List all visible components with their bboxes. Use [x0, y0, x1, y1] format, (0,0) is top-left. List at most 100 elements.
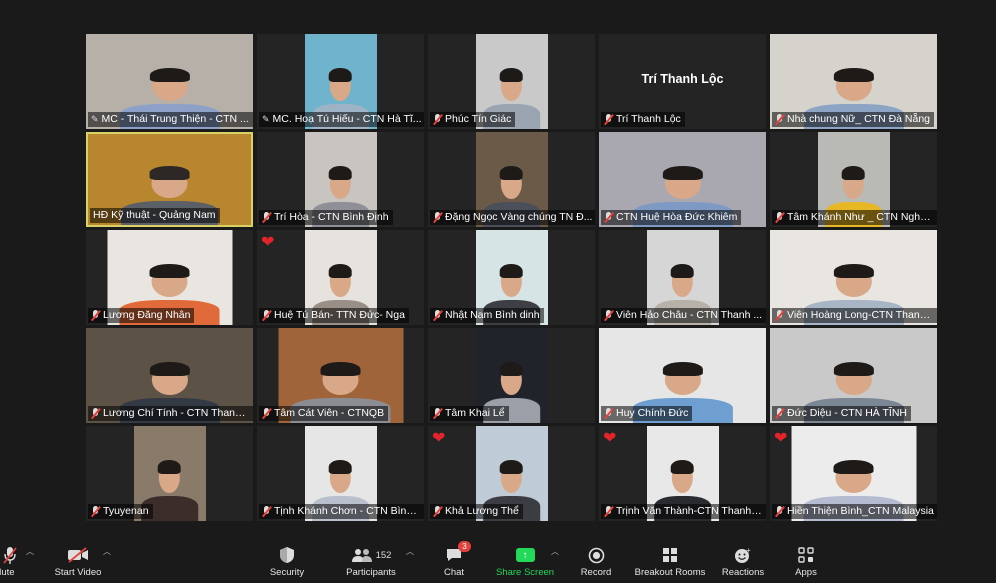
start-video-button[interactable]: Start Video — [50, 537, 106, 583]
participant-tile[interactable]: HĐ Kỹ thuật - Quảng Nam — [86, 132, 253, 227]
start-video-label: Start Video — [54, 567, 102, 578]
participant-tile[interactable]: CTN Huệ Hòa Đức Khiêm — [599, 132, 766, 227]
reactions-button[interactable]: + Reactions — [718, 537, 768, 583]
shield-icon — [279, 545, 295, 565]
smiley-plus-icon: + — [734, 545, 752, 565]
participant-tile[interactable]: Huy Chính Đức — [599, 328, 766, 423]
breakout-rooms-button[interactable]: Breakout Rooms — [632, 537, 708, 583]
participant-name-tag: Hiền Thiện Bình_CTN Malaysia — [772, 504, 937, 519]
participant-display-name: Trí Thanh Lộc — [641, 72, 724, 86]
participant-tile[interactable]: Tâm Khánh Như _ CTN Nghệ ... — [770, 132, 937, 227]
video-options-caret-icon[interactable]: ︿ — [103, 546, 111, 557]
participant-name-tag: Trí Thanh Lộc — [601, 112, 685, 127]
participant-tile[interactable]: ✎ MC. Hoạ Tú Hiếu - CTN Hà Tĩ... — [257, 34, 424, 129]
breakout-rooms-label: Breakout Rooms — [634, 567, 706, 578]
participant-tile[interactable]: Lương Đăng Nhân — [86, 230, 253, 325]
participant-tile[interactable]: Trí Thanh Lộc Trí Thanh Lộc — [599, 34, 766, 129]
microphone-muted-icon — [604, 408, 613, 419]
participant-tile[interactable]: Viên Hảo Châu - CTN Thanh ... — [599, 230, 766, 325]
heart-reaction-icon: ❤ — [261, 234, 275, 251]
participants-options-caret-icon[interactable]: ︿ — [406, 546, 414, 557]
heart-reaction-icon: ❤ — [774, 430, 788, 447]
participant-name: Tyuyenan — [103, 505, 149, 517]
participant-name: CTN Huệ Hòa Đức Khiêm — [616, 211, 738, 223]
participant-tile[interactable]: Tâm Cát Viên - CTNQB — [257, 328, 424, 423]
share-options-caret-icon[interactable]: ︿ — [551, 546, 559, 557]
participant-name-tag: Trịnh Văn Thành-CTN Thanh H... — [601, 504, 766, 519]
participant-tile[interactable]: ❤ Huệ Tú Bán- TTN Đức- Nga — [257, 230, 424, 325]
chat-unread-badge: 3 — [458, 541, 471, 552]
chat-button[interactable]: 3 Chat — [436, 537, 472, 583]
participant-name-tag: Tyuyenan — [88, 504, 153, 519]
participant-tile[interactable]: Đức Diệu - CTN HÀ TĨNH — [770, 328, 937, 423]
participant-name: Lương Đăng Nhân — [103, 309, 191, 321]
participant-name-tag: Nhà chung Nữ_ CTN Đà Nẵng — [772, 112, 935, 127]
apps-button[interactable]: Apps — [788, 537, 824, 583]
participant-tile[interactable]: Nhật Nam Bình dinh — [428, 230, 595, 325]
participant-tile[interactable]: Tâm Khai Lể — [428, 328, 595, 423]
mute-button[interactable]: Mute — [0, 537, 30, 583]
microphone-muted-icon — [433, 114, 442, 125]
participant-name-tag: Tịnh Khánh Chơn - CTN Bình ... — [259, 504, 424, 519]
participant-name: Trịnh Văn Thành-CTN Thanh H... — [616, 505, 764, 517]
participant-name: Khả Lương Thể — [445, 505, 519, 517]
participant-tile[interactable]: ❤ Trịnh Văn Thành-CTN Thanh H... — [599, 426, 766, 521]
microphone-muted-icon — [604, 114, 613, 125]
participants-icon — [351, 548, 372, 562]
participant-tile[interactable]: Đặng Ngọc Vàng chúng TN Đ... — [428, 132, 595, 227]
participants-count: 152 — [375, 549, 392, 561]
participant-tile[interactable]: Tyuyenan — [86, 426, 253, 521]
participant-tile[interactable]: Tịnh Khánh Chơn - CTN Bình ... — [257, 426, 424, 521]
participant-name-tag: Viên Hảo Châu - CTN Thanh ... — [601, 308, 766, 323]
participant-name-tag: Tâm Khai Lể — [430, 406, 509, 421]
participant-name-tag: Trí Hòa - CTN Bình Định — [259, 210, 393, 225]
participant-tile[interactable]: Viên Hoàng Long-CTN Thanh ... — [770, 230, 937, 325]
participant-name-tag: CTN Huệ Hòa Đức Khiêm — [601, 210, 742, 225]
participant-tile[interactable]: ✎ MC - Thái Trung Thiện - CTN ... — [86, 34, 253, 129]
share-screen-icon: ↑ — [515, 548, 535, 562]
microphone-muted-icon — [775, 408, 784, 419]
participant-tile[interactable]: Trí Hòa - CTN Bình Định — [257, 132, 424, 227]
share-screen-button[interactable]: ↑ Share Screen — [494, 537, 556, 583]
participant-tile[interactable]: ❤ Khả Lương Thể — [428, 426, 595, 521]
microphone-muted-icon — [262, 310, 271, 321]
participant-name-tag: Lương Đăng Nhân — [88, 308, 195, 323]
chat-label: Chat — [443, 567, 465, 578]
participant-name-tag: Nhật Nam Bình dinh — [430, 308, 544, 323]
microphone-muted-icon — [433, 310, 442, 321]
participant-name-tag: Đức Diệu - CTN HÀ TĨNH — [772, 406, 912, 421]
mute-label: Mute — [0, 567, 15, 578]
record-icon — [588, 545, 605, 565]
microphone-muted-icon — [262, 212, 271, 223]
participant-name: Phúc Tín Giác — [445, 113, 512, 125]
participant-tile[interactable]: Phúc Tín Giác — [428, 34, 595, 129]
microphone-muted-icon — [433, 408, 442, 419]
breakout-rooms-icon — [662, 545, 678, 565]
participant-name-tag: ✎ MC - Thái Trung Thiện - CTN ... — [88, 112, 253, 127]
security-button[interactable]: Security — [266, 537, 308, 583]
microphone-muted-icon — [604, 212, 613, 223]
pin-icon: ✎ — [91, 114, 99, 124]
pin-icon: ✎ — [262, 114, 270, 124]
participant-name: HĐ Kỹ thuật - Quảng Nam — [93, 209, 216, 221]
participant-name: MC. Hoạ Tú Hiếu - CTN Hà Tĩ... — [272, 113, 422, 125]
participant-name: Tâm Khai Lể — [445, 407, 505, 419]
microphone-muted-icon — [262, 408, 271, 419]
video-camera-off-icon — [67, 545, 89, 565]
participant-name: Nhà chung Nữ_ CTN Đà Nẵng — [787, 113, 931, 125]
security-label: Security — [269, 567, 305, 578]
record-button[interactable]: Record — [578, 537, 614, 583]
participants-button[interactable]: 152 Participants — [342, 537, 400, 583]
mute-options-caret-icon[interactable]: ︿ — [26, 546, 34, 557]
participant-name-tag: Tâm Khánh Như _ CTN Nghệ ... — [772, 210, 937, 225]
participant-tile[interactable]: Nhà chung Nữ_ CTN Đà Nẵng — [770, 34, 937, 129]
participant-tile[interactable]: ❤ Hiền Thiện Bình_CTN Malaysia — [770, 426, 937, 521]
video-gallery: ✎ MC - Thái Trung Thiện - CTN ... ✎ MC. Hoạ… — [86, 34, 937, 522]
participant-name: Đặng Ngọc Vàng chúng TN Đ... — [445, 211, 593, 223]
microphone-muted-icon — [91, 310, 100, 321]
participant-name-tag: Lương Chí Tính - CTN Thanh ... — [88, 406, 253, 421]
participant-name-tag: HĐ Kỹ thuật - Quảng Nam — [90, 208, 220, 223]
participant-name-tag: Huy Chính Đức — [601, 406, 693, 421]
participant-tile[interactable]: Lương Chí Tính - CTN Thanh ... — [86, 328, 253, 423]
participant-name: Huy Chính Đức — [616, 407, 689, 419]
